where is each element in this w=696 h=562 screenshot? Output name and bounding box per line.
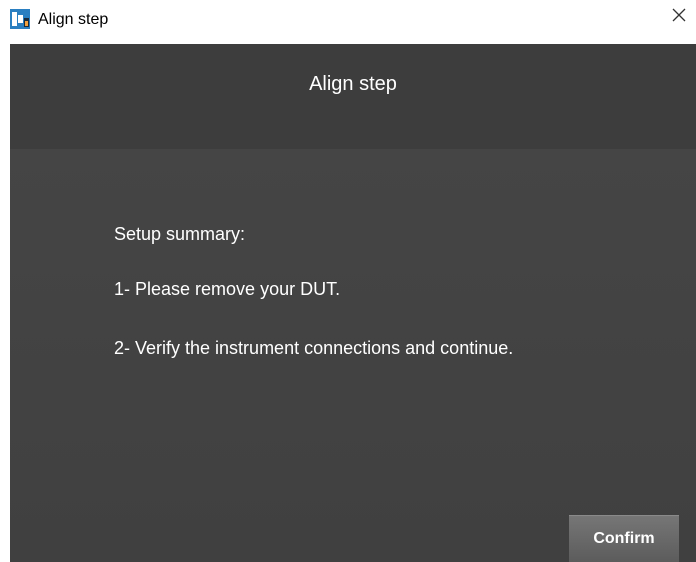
summary-heading: Setup summary: [114, 224, 246, 244]
app-icon [10, 9, 30, 29]
window-title: Align step [38, 11, 109, 28]
summary-step-1: 1- Please remove your DUT. [114, 279, 341, 299]
dialog-content: Align step Setup summary: 1- Please remo… [10, 44, 696, 562]
dialog-window: Align step Align step Setup summary: 1- … [0, 0, 696, 562]
summary-step-2: 2- Verify the instrument connections and… [114, 338, 514, 358]
title-bar[interactable]: Align step [0, 0, 696, 44]
close-button[interactable] [662, 0, 696, 34]
dialog-header: Align step [10, 44, 696, 149]
close-icon [671, 7, 687, 28]
dialog-title: Align step [309, 73, 397, 95]
dialog-body: Setup summary: 1- Please remove your DUT… [10, 149, 696, 562]
confirm-button[interactable]: Confirm [569, 515, 679, 562]
